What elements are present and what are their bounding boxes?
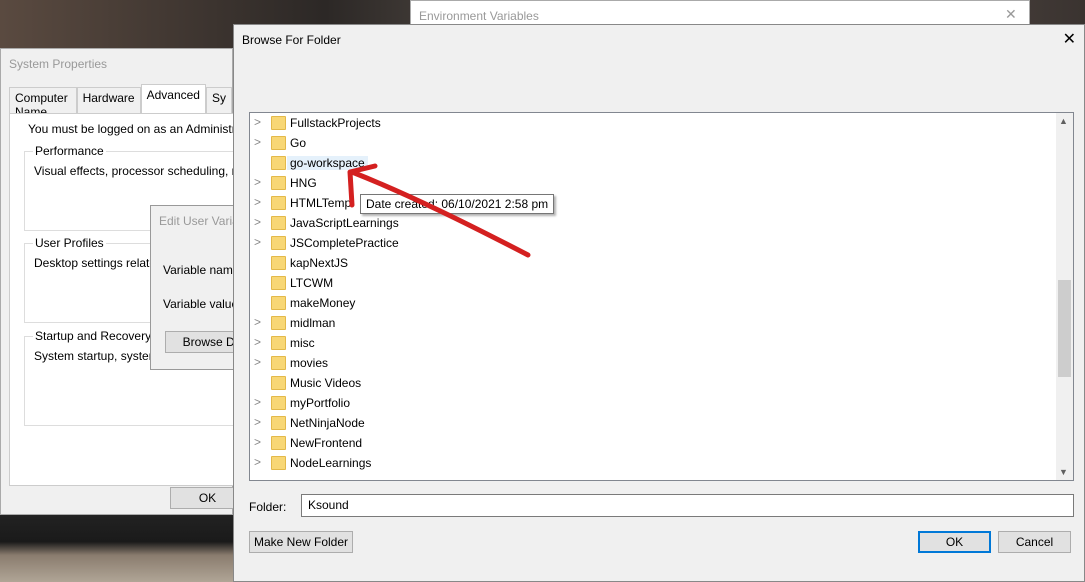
red-arrow-annotation	[347, 163, 531, 258]
